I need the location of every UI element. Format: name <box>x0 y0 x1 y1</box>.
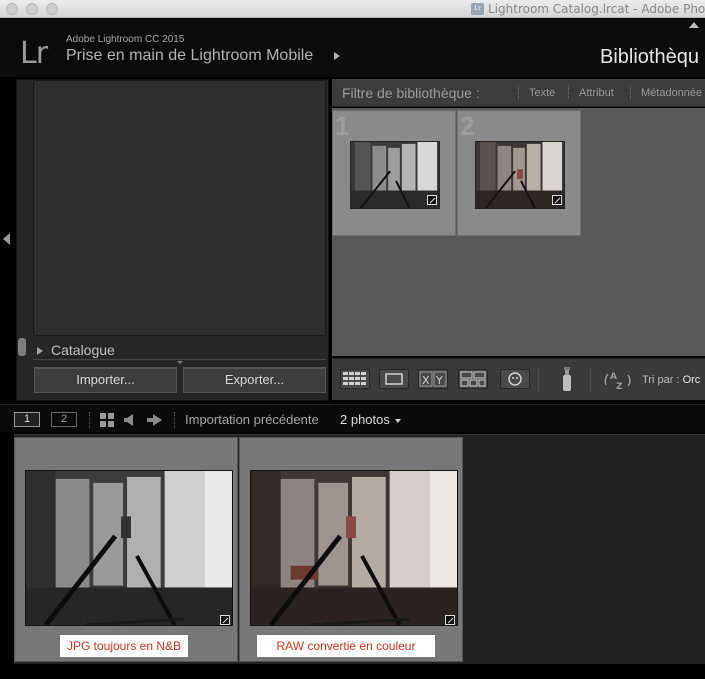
play-triangle-icon[interactable] <box>334 52 340 60</box>
minimize-window-button[interactable] <box>26 3 38 15</box>
svg-text:A: A <box>610 372 617 382</box>
filter-label: Filtre de bibliothèque : <box>342 85 480 101</box>
collapse-left-panel-icon[interactable] <box>3 233 10 245</box>
cell-index: 2 <box>460 111 475 141</box>
catalogue-label: Catalogue <box>51 342 115 358</box>
app-version: Adobe Lightroom CC 2015 <box>66 34 185 45</box>
library-filter-bar: Filtre de bibliothèque : Texte Attribut … <box>332 79 705 107</box>
caption-label: JPG toujours en N&B <box>60 635 188 657</box>
filmstrip: JPG toujours en N&B RAW convertie en cou… <box>14 434 705 664</box>
header-separator <box>89 412 90 428</box>
face-icon <box>508 372 522 386</box>
catalogue-section-header[interactable]: Catalogue <box>37 342 115 358</box>
compare-xy-icon: X Y <box>419 371 447 387</box>
title-bar: Lr Lightroom Catalog.lrcat - Adobe Pho <box>0 0 705 18</box>
filter-separator <box>568 86 569 99</box>
grid-icon <box>343 372 366 385</box>
develop-badge-icon <box>220 615 230 625</box>
filter-metadata-tab[interactable]: Métadonnée <box>641 87 702 99</box>
grid-cell[interactable]: 2 <box>457 110 581 236</box>
filter-separator <box>630 86 631 99</box>
left-panel: Catalogue Importer... Exporter... <box>16 79 329 401</box>
sort-az-icon: A Z <box>604 372 631 392</box>
filmstrip-header: 1 2 Importation précédente 2 photos <box>0 404 705 432</box>
lightroom-logo: Lr <box>20 36 48 71</box>
sort-value[interactable]: Orc <box>683 374 701 386</box>
filmstrip-thumbnail-color[interactable] <box>250 470 458 626</box>
library-toolbar: X Y A Z Tri par : Orc <box>332 358 705 400</box>
window-title-text: Lightroom Catalog.lrcat - Adobe Pho <box>488 2 705 16</box>
panel-divider <box>33 359 326 360</box>
svg-text:Y: Y <box>435 374 443 387</box>
window-title: Lightroom Catalog.lrcat - Adobe Pho <box>470 2 705 16</box>
grid-view: 1 2 <box>332 108 705 356</box>
filter-attribute-tab[interactable]: Attribut <box>579 87 614 99</box>
dropdown-caret-icon <box>394 418 401 423</box>
develop-badge-icon <box>445 615 455 625</box>
grid-shortcut-icon[interactable] <box>100 413 114 427</box>
toolbar-separator <box>538 367 539 393</box>
caption-label: RAW convertie en couleur <box>257 635 435 657</box>
module-library[interactable]: Bibliothèqu <box>600 46 699 69</box>
develop-badge-icon <box>427 195 437 205</box>
import-button[interactable]: Importer... <box>34 367 177 393</box>
compare-view-button[interactable]: X Y <box>418 369 448 389</box>
filter-separator <box>518 86 519 99</box>
sort-label: Tri par : <box>642 374 680 386</box>
back-arrow-icon[interactable] <box>124 414 133 426</box>
grid-cell[interactable]: 1 <box>332 110 456 236</box>
catalog-name[interactable]: Prise en main de Lightroom Mobile <box>66 47 313 65</box>
export-button[interactable]: Exporter... <box>183 367 326 393</box>
grid-view-button[interactable] <box>340 369 370 389</box>
second-window-button[interactable]: 2 <box>51 412 77 427</box>
svg-text:X: X <box>422 374 430 387</box>
people-view-button[interactable] <box>500 369 530 389</box>
painter-spray-icon[interactable] <box>560 367 574 393</box>
toolbar-separator <box>590 367 591 393</box>
loupe-view-button[interactable] <box>379 369 409 389</box>
filmstrip-cell[interactable]: JPG toujours en N&B <box>14 437 238 662</box>
drag-handle-icon[interactable] <box>177 361 183 364</box>
expand-arrow-icon <box>37 347 43 356</box>
left-panel-scrollbar[interactable] <box>18 338 26 356</box>
main-window-button[interactable]: 1 <box>14 412 40 427</box>
photo-count: 2 photos <box>340 412 390 427</box>
header-separator <box>174 412 175 428</box>
cell-index: 1 <box>335 111 350 141</box>
filmstrip-thumbnail-bw[interactable] <box>25 470 233 626</box>
identity-plate: Lr Adobe Lightroom CC 2015 Prise en main… <box>0 19 705 77</box>
sort-direction-icon[interactable]: A Z <box>602 369 634 392</box>
bottom-bar <box>0 664 705 679</box>
develop-badge-icon <box>552 195 562 205</box>
photo-count-dropdown[interactable]: 2 photos <box>340 412 401 427</box>
zoom-window-button[interactable] <box>46 3 58 15</box>
survey-icon <box>460 371 486 387</box>
survey-view-button[interactable] <box>458 369 488 389</box>
svg-text:Z: Z <box>616 382 623 391</box>
filmstrip-source[interactable]: Importation précédente <box>185 412 319 427</box>
loupe-icon <box>385 373 403 385</box>
close-window-button[interactable] <box>6 3 18 15</box>
navigator-area <box>33 80 326 336</box>
forward-arrow-icon[interactable] <box>147 414 162 426</box>
filter-text-tab[interactable]: Texte <box>529 87 555 99</box>
filmstrip-cell[interactable]: RAW convertie en couleur <box>239 437 463 662</box>
scroll-up-icon[interactable] <box>689 22 699 28</box>
sort-control[interactable]: Tri par : Orc <box>642 374 700 386</box>
